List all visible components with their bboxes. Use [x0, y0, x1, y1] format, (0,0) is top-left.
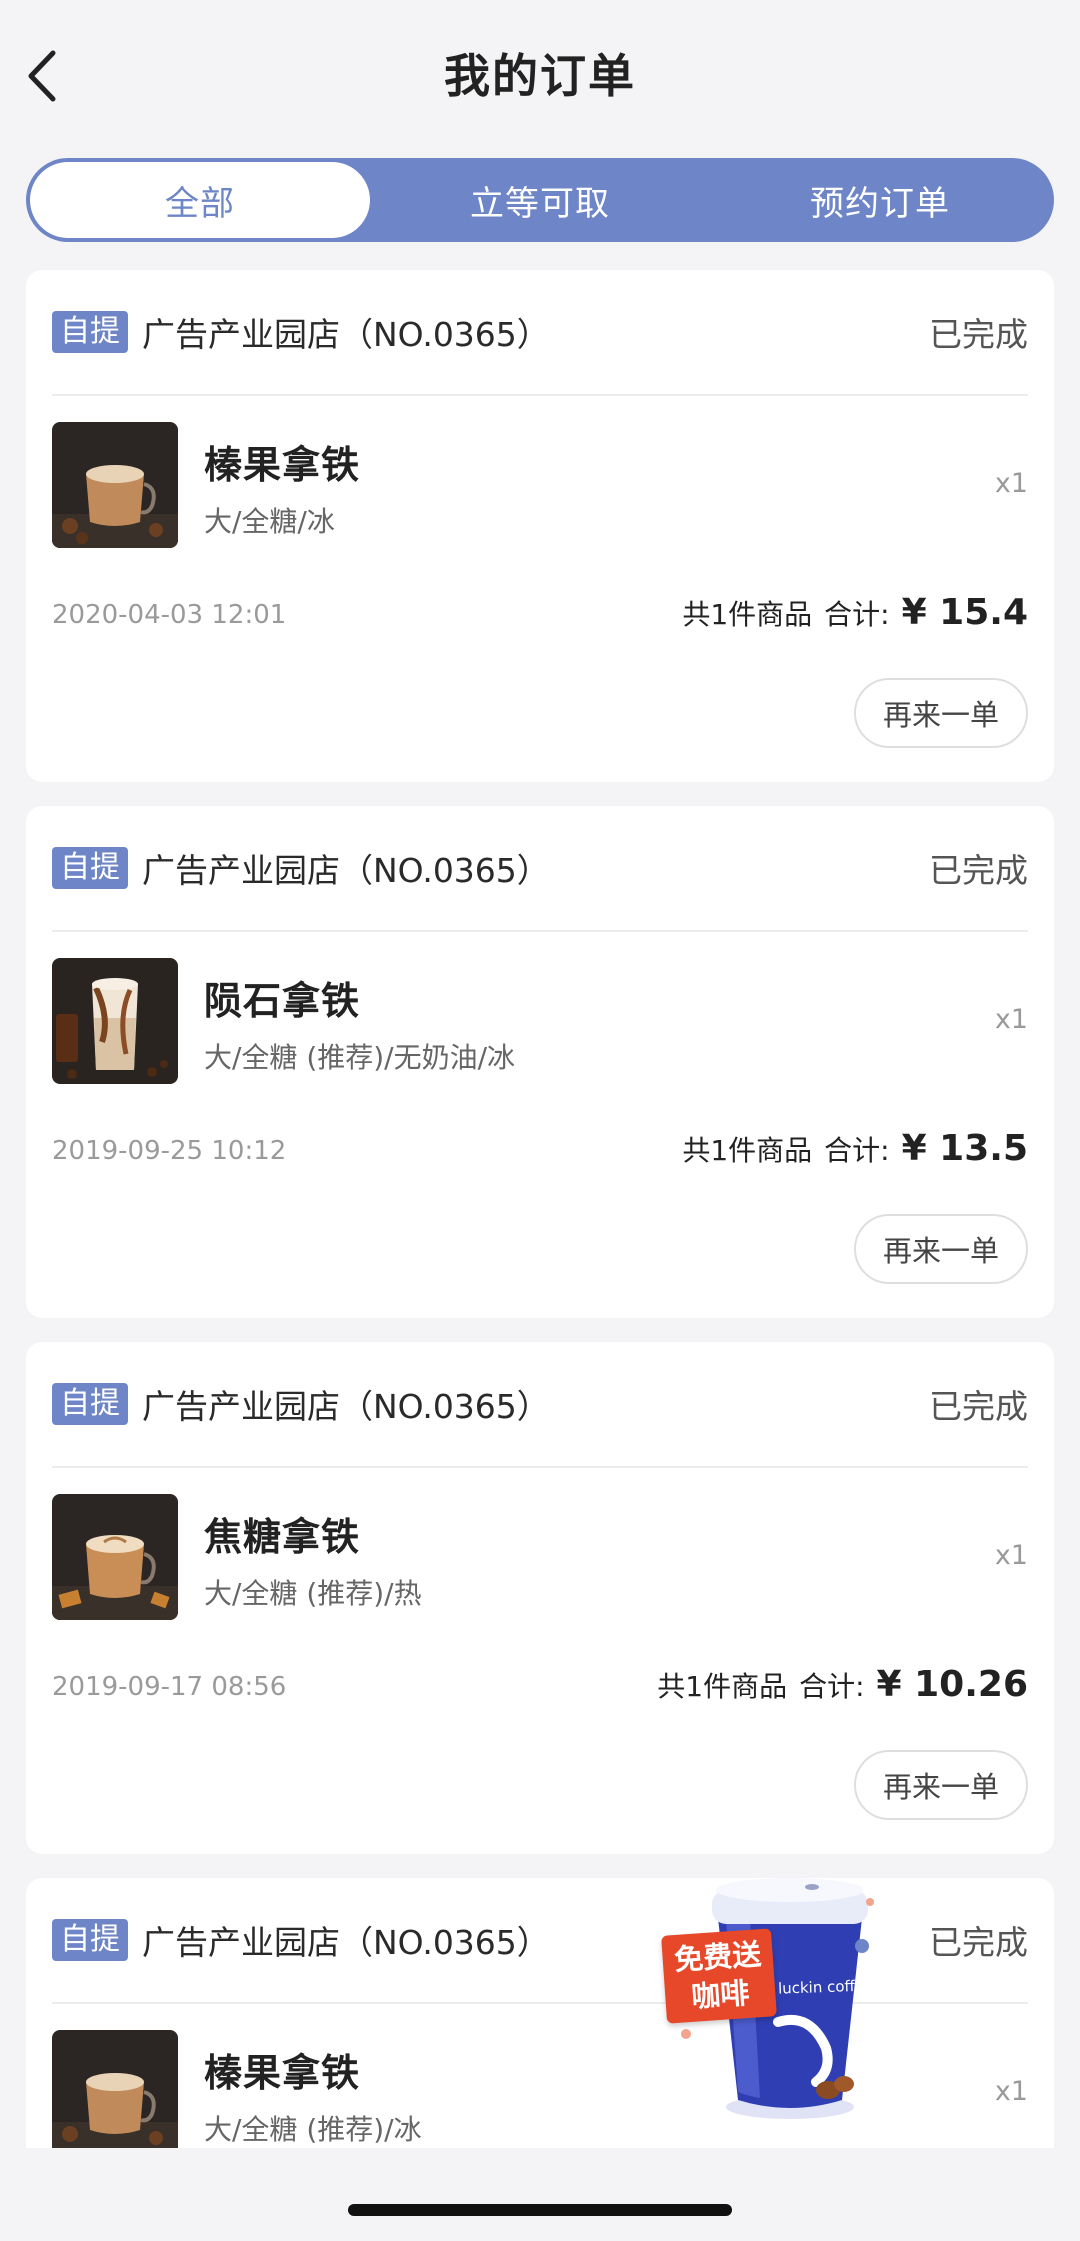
hazelnut-latte-image: [52, 2030, 178, 2148]
total-amount: ¥ 15.4: [901, 592, 1028, 633]
order-card[interactable]: 自提 广告产业园店（NO.0365） 已完成 榛果拿铁 大/全糖 (推荐)/冰 …: [26, 1878, 1054, 2148]
product-spec: 大/全糖 (推荐)/无奶油/冰: [204, 1041, 516, 1074]
order-status: 已完成: [929, 851, 1028, 890]
page-title: 我的订单: [444, 49, 636, 103]
product-spec: 大/全糖 (推荐)/热: [204, 1577, 422, 1610]
pickup-badge: 自提: [52, 311, 128, 353]
order-date: 2019-09-17 08:56: [52, 1672, 287, 1702]
promo-label-line2: 咖啡: [690, 1975, 751, 2014]
product-thumbnail: [52, 2030, 178, 2148]
order-status: 已完成: [929, 1387, 1028, 1426]
product-spec: 大/全糖/冰: [204, 505, 335, 538]
store-name: 广告产业园店（NO.0365）: [142, 315, 550, 354]
order-total: 共1件商品 合计: ¥ 10.26: [657, 1664, 1028, 1705]
order-card[interactable]: 自提 广告产业园店（NO.0365） 已完成 榛果拿铁 大/全糖/冰 x1 20…: [26, 270, 1054, 782]
order-card[interactable]: 自提 广告产业园店（NO.0365） 已完成 陨石拿铁 大/全糖 (推荐)/无奶…: [26, 806, 1054, 1318]
free-coffee-promo[interactable]: 免费送 咖啡 luckin coffee: [660, 1872, 880, 2127]
store-name: 广告产业园店（NO.0365）: [142, 851, 550, 890]
product-quantity: x1: [994, 468, 1028, 499]
order-total: 共1件商品 合计: ¥ 13.5: [682, 1128, 1028, 1169]
promo-label-line1: 免费送: [673, 1937, 763, 1978]
header: 我的订单: [0, 0, 1080, 150]
product-thumbnail: [52, 422, 178, 548]
order-total: 共1件商品 合计: ¥ 15.4: [682, 592, 1028, 633]
order-card[interactable]: 自提 广告产业园店（NO.0365） 已完成 焦糖拿铁 大/全糖 (推荐)/热 …: [26, 1342, 1054, 1854]
product-name: 榛果拿铁: [204, 443, 361, 487]
total-amount: ¥ 10.26: [876, 1664, 1028, 1705]
product-name: 陨石拿铁: [204, 979, 361, 1023]
pickup-badge: 自提: [52, 847, 128, 889]
home-indicator[interactable]: [348, 2204, 732, 2216]
tab-scheduled-orders[interactable]: 预约订单: [710, 162, 1050, 238]
product-quantity: x1: [994, 1540, 1028, 1571]
reorder-button[interactable]: 再来一单: [854, 678, 1028, 748]
pickup-badge: 自提: [52, 1383, 128, 1425]
order-status: 已完成: [929, 315, 1028, 354]
order-date: 2020-04-03 12:01: [52, 600, 287, 630]
total-label: 合计:: [824, 598, 890, 631]
total-amount: ¥ 13.5: [901, 1128, 1028, 1169]
product-quantity: x1: [994, 1004, 1028, 1035]
hazelnut-latte-image: [52, 422, 178, 548]
total-label: 合计:: [799, 1670, 865, 1703]
caramel-latte-image: [52, 1494, 178, 1620]
pickup-badge: 自提: [52, 1919, 128, 1961]
tab-all[interactable]: 全部: [30, 162, 370, 238]
order-status: 已完成: [929, 1923, 1028, 1962]
product-quantity: x1: [994, 2076, 1028, 2107]
store-name: 广告产业园店（NO.0365）: [142, 1387, 550, 1426]
item-count: 共1件商品: [682, 1134, 813, 1167]
order-card-header: 自提 广告产业园店（NO.0365） 已完成: [52, 806, 1028, 932]
tab-instant-pickup[interactable]: 立等可取: [370, 162, 710, 238]
order-date: 2019-09-25 10:12: [52, 1136, 287, 1166]
reorder-button[interactable]: 再来一单: [854, 1214, 1028, 1284]
order-card-header: 自提 广告产业园店（NO.0365） 已完成: [52, 1342, 1028, 1468]
product-name: 榛果拿铁: [204, 2051, 361, 2095]
order-card-header: 自提 广告产业园店（NO.0365） 已完成: [52, 1878, 1028, 2004]
promo-label: 免费送 咖啡: [661, 1928, 777, 2024]
reorder-button[interactable]: 再来一单: [854, 1750, 1028, 1820]
promo-brand: luckin coffee: [777, 1976, 874, 1998]
order-filter-tabs: 全部 立等可取 预约订单: [26, 158, 1054, 242]
product-thumbnail: [52, 1494, 178, 1620]
item-count: 共1件商品: [682, 598, 813, 631]
product-spec: 大/全糖 (推荐)/冰: [204, 2113, 422, 2146]
item-count: 共1件商品: [657, 1670, 788, 1703]
order-card-header: 自提 广告产业园店（NO.0365） 已完成: [52, 270, 1028, 396]
total-label: 合计:: [824, 1134, 890, 1167]
meteorite-latte-image: [52, 958, 178, 1084]
product-thumbnail: [52, 958, 178, 1084]
product-name: 焦糖拿铁: [204, 1515, 361, 1559]
